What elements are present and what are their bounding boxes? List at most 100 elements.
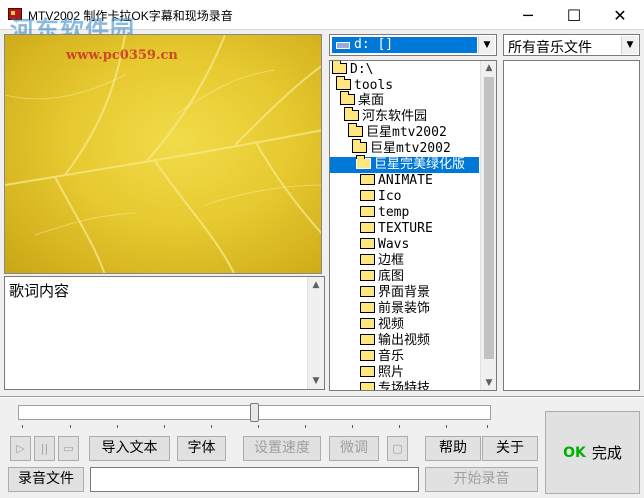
folder-open-icon	[340, 91, 355, 105]
tree-item[interactable]: 照片	[360, 365, 404, 381]
tree-item[interactable]: 巨星mtv2002	[352, 139, 451, 157]
progress-slider-thumb[interactable]	[250, 403, 259, 422]
scroll-down-icon[interactable]: ▼	[308, 373, 324, 389]
about-button[interactable]: 关于	[482, 436, 538, 461]
set-speed-button[interactable]: 设置速度	[243, 436, 321, 461]
folder-tree[interactable]: D:\ tools 桌面 河东软件园 巨星mtv2002 巨星mtv2002 巨…	[329, 60, 497, 391]
tree-item-label: 巨星mtv2002	[370, 141, 451, 156]
ok-mark: OK	[563, 444, 586, 461]
folder-icon	[360, 302, 375, 313]
pause-button[interactable]: ||	[34, 436, 55, 461]
tree-item[interactable]: 专场特技	[360, 381, 430, 390]
folder-icon	[360, 382, 375, 390]
folder-open-icon	[336, 76, 351, 90]
chevron-down-icon[interactable]: ▼	[621, 36, 638, 54]
small-box-button[interactable]: ▢	[387, 436, 408, 461]
tree-item[interactable]: temp	[360, 205, 409, 221]
slider-tick	[164, 425, 165, 428]
play-button[interactable]: ▷	[10, 436, 31, 461]
slider-tick	[446, 425, 447, 428]
slider-tick	[22, 425, 23, 428]
tree-item[interactable]: 界面背景	[360, 285, 430, 301]
folder-icon	[360, 238, 375, 249]
tree-item-selected[interactable]: 巨星完美绿化版	[330, 155, 479, 173]
tree-item-label: 边框	[378, 253, 405, 268]
folder-icon	[360, 366, 375, 377]
scroll-up-icon[interactable]: ▲	[481, 61, 496, 76]
folder-open-icon	[356, 155, 371, 169]
lyrics-scrollbar[interactable]: ▲ ▼	[307, 277, 324, 389]
tree-item-label: 照片	[378, 365, 405, 380]
slider-tick	[211, 425, 212, 428]
stop-button[interactable]: ▭	[58, 436, 79, 461]
lyrics-textarea[interactable]: 歌词内容 ▲ ▼	[4, 276, 325, 390]
folder-open-icon	[332, 61, 347, 74]
tree-item[interactable]: 音乐	[360, 349, 404, 365]
chevron-down-icon[interactable]: ▼	[478, 36, 495, 54]
tree-item[interactable]: TEXTURE	[360, 221, 433, 237]
background-image-preview	[4, 34, 322, 274]
start-record-button[interactable]: 开始录音	[425, 467, 538, 492]
music-file-list[interactable]	[503, 60, 640, 391]
tree-item-label: 视频	[378, 317, 405, 332]
scroll-thumb[interactable]	[484, 77, 494, 359]
tree-item[interactable]: 视频	[360, 317, 404, 333]
tree-item-label: 巨星mtv2002	[366, 125, 447, 140]
title-bar: MTV2002 制作卡拉OK字幕和现场录音 河东软件园 ─ ☐ ✕	[0, 0, 644, 44]
font-button[interactable]: 字体	[177, 436, 226, 461]
file-type-select[interactable]: 所有音乐文件 ▼	[503, 34, 640, 56]
tree-item[interactable]: 输出视频	[360, 333, 430, 349]
record-file-path-input[interactable]	[90, 467, 419, 492]
tree-item[interactable]: 底图	[360, 269, 404, 285]
tree-item-label: temp	[378, 205, 410, 220]
drive-selected-value: d: []	[332, 37, 477, 53]
scroll-down-icon[interactable]: ▼	[481, 375, 496, 390]
tree-item-label: 河东软件园	[362, 109, 428, 124]
tree-item-label: Wavs	[378, 237, 410, 252]
tree-item-label: 底图	[378, 269, 405, 284]
leaf-texture	[5, 35, 321, 273]
maximize-button[interactable]: ☐	[551, 0, 597, 30]
drive-select[interactable]: d: [] ▼	[329, 34, 497, 56]
finish-label: 完成	[591, 444, 622, 462]
tree-item-label: 桌面	[358, 93, 385, 108]
tree-item[interactable]: 巨星mtv2002	[348, 123, 447, 141]
slider-tick	[352, 425, 353, 428]
record-file-button[interactable]: 录音文件	[8, 467, 84, 492]
tree-item-label: TEXTURE	[378, 221, 433, 236]
tree-item[interactable]: ANIMATE	[360, 173, 433, 189]
folder-icon	[360, 286, 375, 297]
folder-open-icon	[344, 107, 359, 121]
slider-tick	[117, 425, 118, 428]
tree-item[interactable]: Wavs	[360, 237, 409, 253]
scroll-up-icon[interactable]: ▲	[308, 277, 324, 293]
folder-icon	[360, 254, 375, 265]
folder-icon	[360, 190, 375, 201]
tree-item[interactable]: 前景装饰	[360, 301, 430, 317]
tree-item-label: 输出视频	[378, 333, 431, 348]
tree-item-label: ANIMATE	[378, 173, 433, 188]
folder-open-icon	[348, 123, 363, 137]
fine-tune-button[interactable]: 微调	[329, 436, 379, 461]
slider-tick	[70, 425, 71, 428]
tree-item-label: 音乐	[378, 349, 405, 364]
finish-button[interactable]: OK 完成	[545, 411, 640, 494]
close-button[interactable]: ✕	[597, 0, 643, 30]
minimize-button[interactable]: ─	[505, 0, 551, 30]
import-text-button[interactable]: 导入文本	[89, 436, 170, 461]
file-type-value: 所有音乐文件	[508, 40, 592, 56]
slider-tick	[305, 425, 306, 428]
tree-item[interactable]: Ico	[360, 189, 401, 205]
folder-icon	[360, 350, 375, 361]
folder-icon	[360, 174, 375, 185]
tree-item-label: 巨星完美绿化版	[374, 157, 466, 172]
slider-tick	[258, 425, 259, 428]
tree-item-label: 前景装饰	[378, 301, 431, 316]
tree-item[interactable]: 边框	[360, 253, 404, 269]
help-button[interactable]: 帮助	[425, 436, 481, 461]
tree-item-label: D:\	[350, 62, 374, 77]
folder-icon	[360, 334, 375, 345]
tree-scrollbar[interactable]: ▲ ▼	[480, 61, 496, 390]
lyrics-text: 歌词内容	[9, 282, 70, 300]
folder-icon	[360, 318, 375, 329]
